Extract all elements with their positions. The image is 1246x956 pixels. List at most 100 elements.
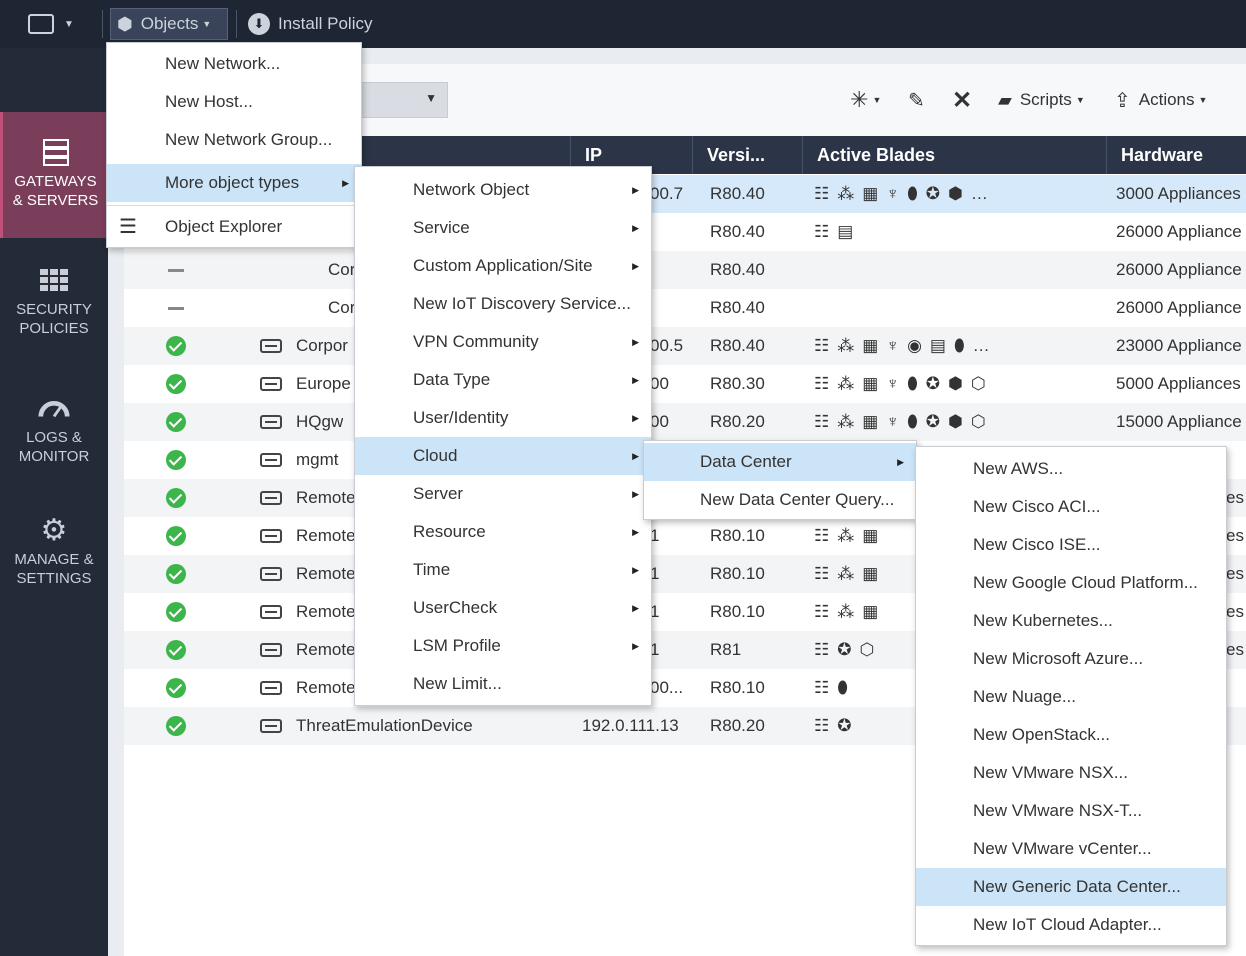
menu-item-cloud[interactable]: Cloud ▶: [355, 437, 651, 475]
menu-item-data-center[interactable]: Data Center ▶: [644, 443, 916, 481]
menu-item-label: New VMware NSX...: [973, 763, 1128, 782]
menu-item-new-host[interactable]: New Host...: [107, 83, 361, 121]
gateway-icon: [260, 567, 282, 581]
scripts-button[interactable]: ▰ Scripts ▼: [998, 84, 1085, 116]
col-hardware-header[interactable]: Hardware: [1106, 136, 1246, 174]
gateway-icon: [260, 719, 282, 733]
install-policy-button[interactable]: ⬇ Install Policy: [248, 8, 372, 40]
menu-item-new-cisco-ise[interactable]: New Cisco ISE...: [916, 526, 1226, 564]
row-hardware: es: [1226, 488, 1244, 507]
pencil-icon: ✎: [908, 89, 925, 112]
servers-icon: [40, 138, 72, 166]
menu-item-new-vmware-nsx-t[interactable]: New VMware NSX-T...: [916, 792, 1226, 830]
gateway-icon: [260, 605, 282, 619]
menu-item-label: Data Type: [413, 370, 491, 389]
active-blades: ☷ ⁂ ▦: [814, 526, 879, 545]
row-hardware: 3000 Appliances: [1116, 184, 1241, 203]
menu-item-new-nuage[interactable]: New Nuage...: [916, 678, 1226, 716]
menu-item-usercheck[interactable]: UserCheck ▶: [355, 589, 651, 627]
menu-item-resource[interactable]: Resource ▶: [355, 513, 651, 551]
nav-security-policies[interactable]: SECURITY POLICIES: [0, 266, 108, 338]
menu-item-label: New Data Center Query...: [700, 490, 895, 509]
row-ip: 00.7: [650, 184, 684, 203]
row-name: HQgw: [296, 412, 344, 431]
objects-menu-button[interactable]: ⬢ Objects ▼: [110, 8, 228, 40]
menu-item-new-aws[interactable]: New AWS...: [916, 450, 1226, 488]
table-row[interactable]: Cor R80.40 26000 Appliance: [124, 289, 1246, 327]
menu-item-new-azure[interactable]: New Microsoft Azure...: [916, 640, 1226, 678]
menu-item-label: New VMware vCenter...: [973, 839, 1152, 858]
nav-logs-monitor[interactable]: LOGS & MONITOR: [0, 394, 108, 466]
table-row[interactable]: HQgw 00 R80.20 ☷ ⁂ ▦ ♆ ⬮ ✪ ⬢ ⬡ 15000 Appliance: [124, 403, 1246, 441]
gear-icon: ⚙: [40, 513, 68, 547]
menu-item-service[interactable]: Service ▶: [355, 209, 651, 247]
menu-item-label: New Network...: [165, 54, 281, 73]
menu-item-label: Time: [413, 560, 451, 579]
app-menu-button[interactable]: ▼: [28, 8, 74, 40]
status-ok-icon: [166, 602, 186, 622]
menu-item-vpn-community[interactable]: VPN Community ▶: [355, 323, 651, 361]
menu-item-lsm-profile[interactable]: LSM Profile ▶: [355, 627, 651, 665]
objects-menu: New Network... New Host... New Network G…: [106, 42, 362, 248]
menu-item-new-vmware-vcenter[interactable]: New VMware vCenter...: [916, 830, 1226, 868]
col-version-header[interactable]: Versi...: [692, 136, 802, 174]
menu-item-server[interactable]: Server ▶: [355, 475, 651, 513]
menu-item-iot-discovery[interactable]: New IoT Discovery Service...: [355, 285, 651, 323]
more-object-types-menu: Network Object ▶ Service ▶ Custom Applicat…: [354, 166, 652, 706]
row-hardware: 15000 Appliance: [1116, 412, 1242, 431]
actions-button[interactable]: ⇪ Actions ▼: [1114, 84, 1207, 116]
status-ok-icon: [166, 450, 186, 470]
status-ok-icon: [166, 336, 186, 356]
nav-gateways-servers[interactable]: GATEWAYS & SERVERS: [0, 112, 108, 238]
scripts-label: Scripts: [1019, 90, 1072, 109]
menu-item-new-cisco-aci[interactable]: New Cisco ACI...: [916, 488, 1226, 526]
menu-item-new-kubernetes[interactable]: New Kubernetes...: [916, 602, 1226, 640]
row-name: Remote: [296, 678, 356, 697]
menu-item-user-identity[interactable]: User/Identity ▶: [355, 399, 651, 437]
menu-item-data-type[interactable]: Data Type ▶: [355, 361, 651, 399]
new-object-button[interactable]: ✳ ▼: [850, 84, 881, 116]
gateway-icon: [260, 529, 282, 543]
chevron-right-icon: ▶: [632, 603, 639, 613]
install-policy-icon: ⬇: [248, 13, 270, 35]
menu-item-new-openstack[interactable]: New OpenStack...: [916, 716, 1226, 754]
col-active-blades-header[interactable]: Active Blades: [802, 136, 1106, 174]
chevron-right-icon: ▶: [632, 489, 639, 499]
menu-item-label: Resource: [413, 522, 486, 541]
menu-item-more-object-types[interactable]: More object types ▶: [107, 164, 361, 202]
management-server-icon: [260, 453, 282, 467]
menu-item-new-data-center-query[interactable]: New Data Center Query...: [644, 481, 916, 519]
gateway-icon: [260, 377, 282, 391]
close-icon: ✕: [952, 86, 973, 114]
delete-button[interactable]: ✕: [952, 84, 972, 116]
row-name: Europe: [296, 374, 351, 393]
menu-item-label: Cloud: [413, 446, 458, 465]
install-policy-label: Install Policy: [278, 14, 373, 33]
status-unknown-icon: [168, 307, 184, 310]
menu-item-label: New Network Group...: [165, 130, 333, 149]
table-row[interactable]: Cor R80.40 26000 Appliance: [124, 251, 1246, 289]
menu-item-new-network[interactable]: New Network...: [107, 45, 361, 83]
menu-item-object-explorer[interactable]: ☰ Object Explorer: [107, 208, 361, 246]
table-row[interactable]: Europe 00 R80.30 ☷ ⁂ ▦ ♆ ⬮ ✪ ⬢ ⬡ 5000 Appliance…: [124, 365, 1246, 403]
menu-item-label: New Kubernetes...: [973, 611, 1113, 630]
menu-item-new-iot-cloud-adapter[interactable]: New IoT Cloud Adapter...: [916, 906, 1226, 944]
menu-item-custom-application[interactable]: Custom Application/Site ▶: [355, 247, 651, 285]
menu-item-label: New OpenStack...: [973, 725, 1111, 744]
active-blades: ☷ ⁂ ▦ ♆ ⬮ ✪ ⬢ ⬡: [814, 412, 986, 431]
menu-item-new-generic-data-center[interactable]: New Generic Data Center...: [916, 868, 1226, 906]
edit-button[interactable]: ✎: [908, 84, 925, 116]
filter-dropdown[interactable]: ▼: [360, 82, 448, 118]
menu-item-label: New VMware NSX-T...: [973, 801, 1143, 820]
table-row[interactable]: Corpor 00.5 R80.40 ☷ ⁂ ▦ ♆ ◉ ▤ ⬮… 23000 Applia…: [124, 327, 1246, 365]
chevron-right-icon: ▶: [632, 185, 639, 195]
menu-item-new-vmware-nsx[interactable]: New VMware NSX...: [916, 754, 1226, 792]
active-blades: ☷ ⁂ ▦: [814, 602, 879, 621]
nav-manage-settings[interactable]: ⚙ MANAGE & SETTINGS: [0, 513, 108, 588]
policy-grid-icon: [38, 266, 70, 294]
menu-item-new-network-group[interactable]: New Network Group...: [107, 121, 361, 159]
menu-item-new-limit[interactable]: New Limit...: [355, 665, 651, 703]
menu-item-new-google-cloud[interactable]: New Google Cloud Platform...: [916, 564, 1226, 602]
menu-item-time[interactable]: Time ▶: [355, 551, 651, 589]
menu-item-network-object[interactable]: Network Object ▶: [355, 171, 651, 209]
